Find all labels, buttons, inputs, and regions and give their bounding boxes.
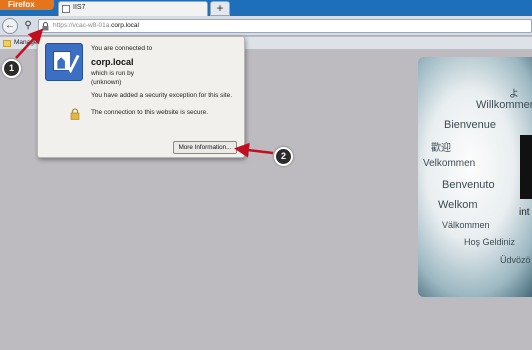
connection-secure-text: The connection to this website is secure…	[91, 109, 209, 116]
welcome-word: よ	[509, 89, 519, 100]
welcome-word: Benvenuto	[442, 179, 495, 191]
more-information-button[interactable]: More Information...	[173, 141, 237, 154]
tab-title: IIS7	[73, 4, 86, 11]
url-domain: corp.local	[111, 22, 139, 29]
large-letter-mark	[520, 135, 532, 199]
back-arrow-icon: ←	[5, 20, 15, 31]
owner-label: (unknown)	[91, 79, 122, 86]
welcome-word: 歡迎	[431, 143, 451, 154]
url-prefix: https://vcac-w8-01a.	[53, 22, 112, 29]
welcome-word: Welkom	[438, 199, 478, 211]
new-tab-button[interactable]: +	[210, 1, 230, 16]
key-icon[interactable]: ⚲	[20, 19, 36, 33]
folder-icon	[3, 40, 11, 47]
connected-host: corp.local	[91, 57, 134, 67]
welcome-word: int	[519, 207, 530, 218]
welcome-word: Hoş Geldiniz	[464, 237, 516, 247]
person-verified-icon	[53, 51, 80, 74]
firefox-menu-button[interactable]: Firefox	[0, 0, 54, 10]
iis-welcome-image: よ Willkommen Bienvenue 歡迎 Velkommen Benv…	[418, 57, 532, 297]
welcome-word: Üdvözö	[500, 255, 531, 265]
tab-bar: Firefox IIS7 +	[0, 0, 532, 16]
annotation-marker-2: 2	[274, 147, 293, 166]
site-identity-popup: You are connected to corp.local which is…	[37, 36, 245, 158]
navigation-bar: ← ⚲ https://vcac-w8-01a.corp.local	[0, 16, 532, 36]
welcome-word: Velkommen	[423, 158, 476, 169]
identity-shield-icon	[45, 43, 83, 81]
welcome-word: Bienvenue	[444, 119, 496, 131]
padlock-icon	[70, 108, 80, 120]
tab-iis7[interactable]: IIS7	[58, 1, 208, 16]
connected-label: You are connected to	[91, 45, 153, 52]
security-exception-text: You have added a security exception for …	[91, 92, 233, 99]
bookmark-manage[interactable]: Manage	[14, 39, 38, 46]
welcome-word: Willkommen	[476, 99, 532, 111]
run-by-label: which is run by	[91, 70, 134, 77]
annotation-marker-1: 1	[2, 59, 21, 78]
page-icon	[62, 5, 70, 13]
back-button[interactable]: ←	[2, 18, 18, 34]
url-text: https://vcac-w8-01a.corp.local	[53, 22, 139, 29]
lock-icon[interactable]	[42, 22, 49, 31]
welcome-word: Välkommen	[442, 220, 490, 230]
url-bar[interactable]: https://vcac-w8-01a.corp.local	[38, 19, 532, 33]
